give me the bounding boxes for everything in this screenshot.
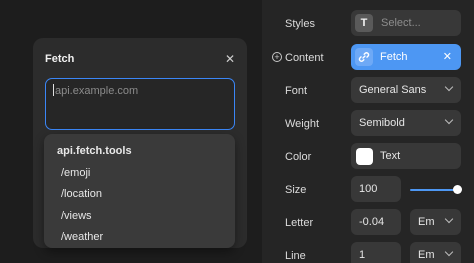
close-icon[interactable]: ✕ bbox=[225, 53, 235, 65]
font-label: Font bbox=[285, 85, 308, 97]
suggestions-dropdown: api.fetch.tools /emoji /location /views … bbox=[44, 134, 235, 248]
weight-select[interactable]: Semibold bbox=[351, 110, 461, 136]
font-value: General Sans bbox=[359, 84, 427, 96]
styles-select[interactable]: T Select... bbox=[351, 10, 461, 36]
line-height-input[interactable]: 1 bbox=[351, 242, 401, 263]
color-swatch[interactable] bbox=[356, 147, 373, 165]
chevron-down-icon bbox=[444, 82, 454, 92]
styles-value: Select... bbox=[381, 17, 421, 29]
styles-row: Styles T Select... bbox=[262, 10, 474, 38]
color-value: Text bbox=[380, 150, 401, 162]
weight-label: Weight bbox=[285, 118, 320, 130]
url-input-placeholder: api.example.com bbox=[55, 85, 139, 97]
suggestion-item[interactable]: api.fetch.tools bbox=[44, 141, 235, 163]
font-select[interactable]: General Sans bbox=[351, 77, 461, 103]
line-row: Line 1 Em bbox=[262, 242, 474, 263]
suggestion-item[interactable]: /views bbox=[44, 206, 235, 228]
url-input[interactable]: api.example.com bbox=[45, 78, 235, 130]
line-unit-select[interactable]: Em bbox=[410, 242, 461, 263]
suggestion-item[interactable]: /location bbox=[44, 184, 235, 206]
weight-row: Weight Semibold bbox=[262, 110, 474, 138]
size-label: Size bbox=[285, 184, 307, 196]
letter-unit: Em bbox=[418, 216, 435, 228]
size-row: Size 100 bbox=[262, 176, 474, 204]
remove-icon[interactable]: ✕ bbox=[443, 50, 452, 63]
letter-value: -0.04 bbox=[359, 216, 385, 228]
link-icon-glyph bbox=[358, 52, 370, 62]
add-icon[interactable]: + bbox=[272, 52, 282, 62]
letter-row: Letter -0.04 Em bbox=[262, 209, 474, 237]
letter-spacing-input[interactable]: -0.04 bbox=[351, 209, 401, 235]
content-row: + Content Fetch ✕ bbox=[262, 44, 474, 72]
color-label: Color bbox=[285, 151, 312, 163]
line-unit: Em bbox=[418, 249, 435, 261]
chevron-down-icon bbox=[444, 214, 454, 224]
canvas-area: Fetch ✕ api.example.com api.fetch.tools … bbox=[0, 0, 262, 263]
line-label: Line bbox=[285, 250, 306, 262]
color-row: Color Text bbox=[262, 143, 474, 171]
content-label: Content bbox=[285, 52, 324, 64]
text-style-icon: T bbox=[355, 14, 373, 32]
line-value: 1 bbox=[359, 249, 366, 261]
suggestion-item[interactable]: /emoji bbox=[44, 163, 235, 185]
weight-value: Semibold bbox=[359, 117, 405, 129]
text-caret bbox=[53, 84, 54, 96]
color-field[interactable]: Text bbox=[351, 143, 461, 169]
link-icon bbox=[355, 48, 373, 66]
fetch-panel-title: Fetch bbox=[45, 53, 75, 65]
fetch-panel-header: Fetch ✕ bbox=[45, 52, 235, 66]
size-slider-handle[interactable] bbox=[453, 185, 462, 194]
suggestion-item[interactable]: /weather bbox=[44, 227, 235, 249]
properties-panel: Styles T Select... + Content Fetch ✕ Fon… bbox=[262, 0, 474, 263]
content-fetch-chip[interactable]: Fetch ✕ bbox=[351, 44, 461, 70]
size-input[interactable]: 100 bbox=[351, 176, 401, 202]
chevron-down-icon bbox=[444, 247, 454, 257]
styles-label: Styles bbox=[285, 18, 315, 30]
size-value: 100 bbox=[359, 183, 378, 195]
letter-label: Letter bbox=[285, 217, 314, 229]
chevron-down-icon bbox=[444, 115, 454, 125]
content-value: Fetch bbox=[380, 51, 408, 63]
font-row: Font General Sans bbox=[262, 77, 474, 105]
letter-unit-select[interactable]: Em bbox=[410, 209, 461, 235]
